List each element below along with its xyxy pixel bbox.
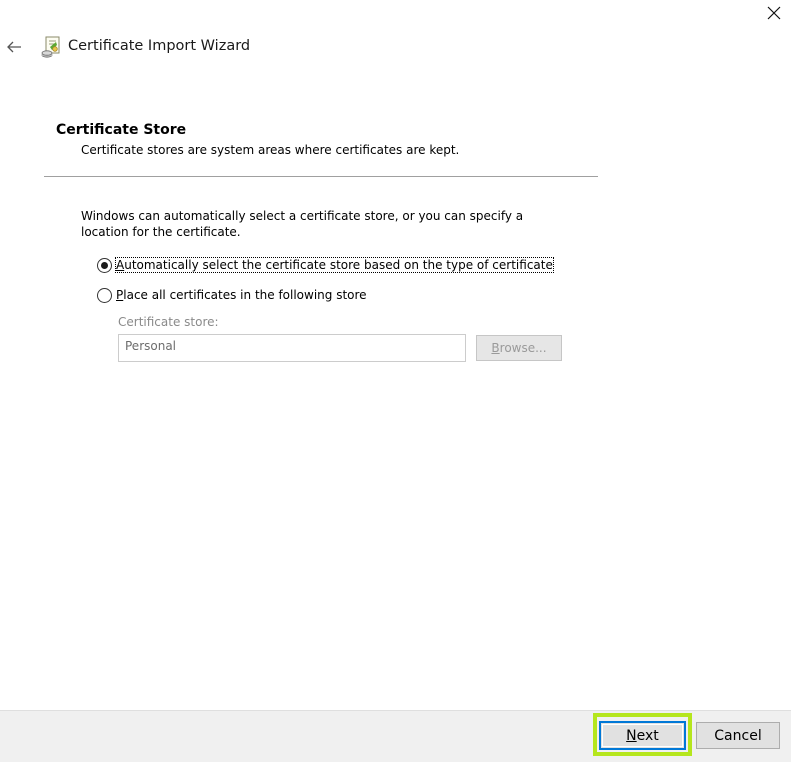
wizard-title: Certificate Import Wizard	[68, 38, 251, 54]
back-button[interactable]	[2, 36, 26, 58]
radio-place-in-store-button[interactable]	[97, 287, 112, 303]
radio-auto-select[interactable]: Automatically select the certificate sto…	[97, 256, 554, 274]
radio-auto-select-label[interactable]: Automatically select the certificate sto…	[115, 257, 554, 273]
certificate-store-label: Certificate store:	[118, 315, 219, 329]
radio-place-in-store-text: lace all certificates in the following s…	[123, 288, 367, 302]
cancel-button[interactable]: Cancel	[696, 722, 780, 749]
access-key-a: A	[116, 258, 125, 272]
close-button[interactable]	[758, 0, 790, 26]
browse-button: Browse...	[476, 335, 562, 361]
intro-text: Windows can automatically select a certi…	[81, 209, 524, 239]
section-description: Certificate stores are system areas wher…	[81, 143, 460, 157]
certificate-icon	[41, 36, 60, 58]
next-button-text: ext	[636, 727, 659, 744]
certificate-import-wizard-window: Certificate Import Wizard Certificate St…	[0, 0, 791, 762]
header-divider	[44, 176, 598, 177]
radio-place-in-store[interactable]: Place all certificates in the following …	[97, 286, 367, 304]
back-arrow-icon	[7, 41, 21, 53]
radio-auto-select-text: utomatically select the certificate stor…	[124, 258, 553, 272]
certificate-store-field: Personal	[118, 334, 466, 362]
access-key-b: B	[491, 341, 500, 355]
section-title: Certificate Store	[56, 122, 187, 138]
browse-button-text: rowse...	[499, 341, 547, 355]
radio-place-in-store-label[interactable]: Place all certificates in the following …	[116, 288, 367, 302]
radio-auto-select-button[interactable]	[97, 257, 112, 273]
close-icon	[767, 6, 781, 20]
access-key-n: N	[626, 727, 637, 744]
next-button[interactable]: Next	[599, 721, 686, 750]
